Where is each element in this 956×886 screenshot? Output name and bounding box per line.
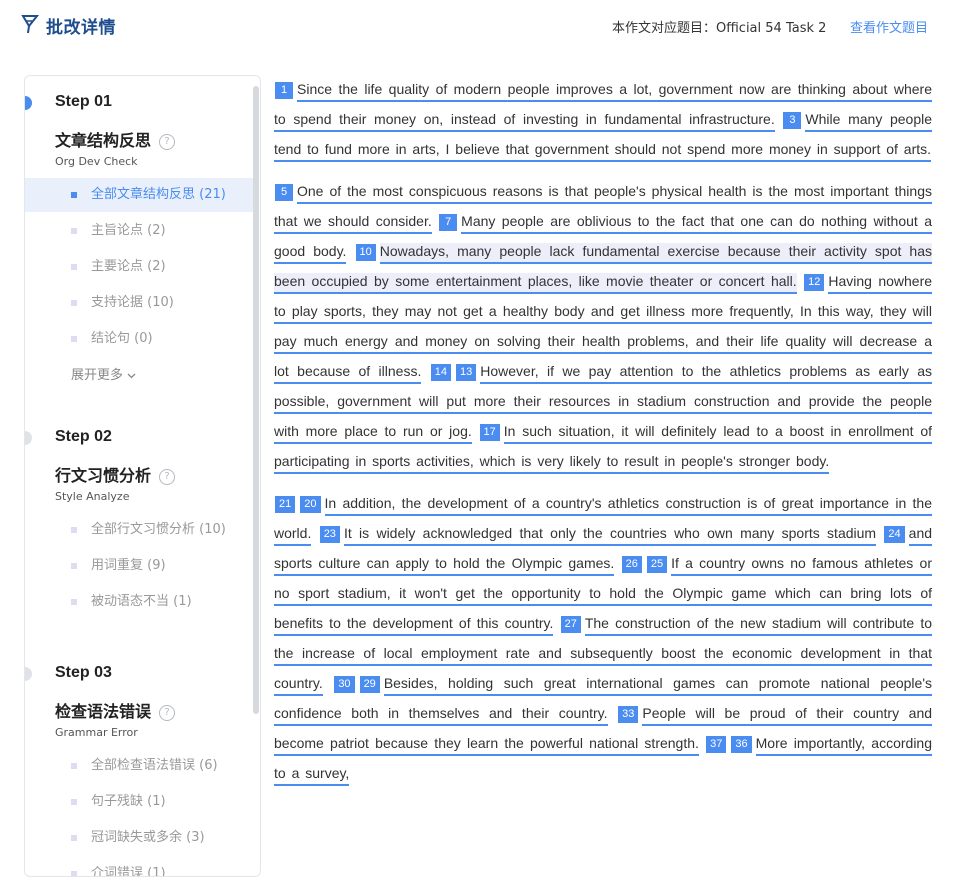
sentence-number-badge[interactable]: 21: [275, 496, 296, 513]
sentence-number-badge[interactable]: 3: [783, 112, 802, 129]
sentence-number-badge[interactable]: 25: [646, 556, 668, 573]
bullet-icon: [71, 835, 77, 841]
step-marker-icon: [25, 96, 32, 110]
help-icon[interactable]: ?: [159, 705, 176, 721]
sentence-number-badge[interactable]: 27: [560, 616, 581, 633]
expand-more-link[interactable]: 展开更多: [71, 364, 136, 383]
sentence-number-badge[interactable]: 30: [334, 676, 355, 693]
nav-item-fragment[interactable]: 句子残缺 (1): [25, 785, 253, 819]
sentence-number-badge[interactable]: 17: [479, 424, 500, 441]
section-title[interactable]: 行文习惯分析?: [55, 462, 176, 486]
sentence-number-badge[interactable]: 29: [359, 676, 380, 693]
essay-content: 1 Since the life quality of modern people…: [274, 74, 933, 800]
section-title[interactable]: 检查语法错误?: [55, 698, 176, 722]
view-topic-link[interactable]: 查看作文题目: [850, 17, 928, 36]
essay-sentence[interactable]: It is widely acknowledged that only the …: [343, 525, 877, 546]
essay-paragraph: 5 One of the most conspicuous reasons is …: [274, 176, 933, 476]
bullet-icon: [71, 599, 77, 605]
nav-item-evidence[interactable]: 支持论据 (10): [25, 286, 253, 320]
nav-item-label: 结论句 (0): [91, 331, 153, 346]
nav-item-label: 主旨论点 (2): [91, 223, 166, 238]
section-title-text: 检查语法错误: [55, 702, 152, 721]
nav-item-all-grammar[interactable]: 全部检查语法错误 (6): [25, 749, 253, 783]
section-subtitle: Grammar Error: [55, 726, 138, 739]
nav-item-label: 全部文章结构反思 (21): [91, 187, 226, 202]
essay-paragraph: 1 Since the life quality of modern people…: [274, 74, 933, 164]
step-label: Step 01: [55, 93, 112, 110]
bullet-icon: [71, 763, 77, 769]
nav-item-all-structure[interactable]: 全部文章结构反思 (21): [25, 178, 253, 212]
essay-paragraph: 21 20 In addition, the development of a co…: [274, 488, 933, 788]
sentence-number-badge[interactable]: 7: [439, 214, 458, 231]
nav-item-label: 支持论据 (10): [91, 295, 174, 310]
nav-item-label: 主要论点 (2): [91, 259, 166, 274]
nav-item-thesis[interactable]: 主旨论点 (2): [25, 214, 253, 248]
bullet-icon: [71, 228, 77, 234]
pen-logo-icon: [21, 15, 40, 34]
sentence-number-badge[interactable]: 5: [275, 184, 293, 201]
section-title[interactable]: 文章结构反思?: [55, 127, 176, 151]
nav-item-passive-voice[interactable]: 被动语态不当 (1): [25, 585, 253, 619]
nav-item-label: 被动语态不当 (1): [91, 594, 192, 609]
nav-item-label: 冠词缺失或多余 (3): [91, 830, 205, 845]
bullet-icon: [71, 336, 77, 342]
nav-item-preposition[interactable]: 介词错误 (1): [25, 857, 253, 877]
nav-item-label: 用词重复 (9): [91, 558, 166, 573]
chevron-down-icon: [127, 373, 136, 379]
bullet-icon: [71, 527, 77, 533]
sentence-number-badge[interactable]: 33: [618, 706, 639, 723]
bullet-icon: [71, 264, 77, 270]
sidebar-scrollbar[interactable]: [253, 86, 259, 714]
sentence-number-badge[interactable]: 36: [731, 736, 752, 753]
section-subtitle: Style Analyze: [55, 490, 130, 503]
step-marker-icon: [25, 667, 32, 681]
sentence-number-badge[interactable]: 20: [300, 496, 321, 513]
bullet-icon: [71, 563, 77, 569]
nav-item-label: 句子残缺 (1): [91, 794, 166, 809]
topic-label: 本作文对应题目：Official 54 Task 2: [612, 21, 827, 36]
sentence-number-badge[interactable]: 37: [706, 736, 727, 753]
nav-item-article[interactable]: 冠词缺失或多余 (3): [25, 821, 253, 855]
help-icon[interactable]: ?: [159, 134, 176, 150]
nav-item-label: 全部检查语法错误 (6): [91, 758, 218, 773]
sentence-number-badge[interactable]: 1: [275, 82, 293, 99]
bullet-icon: [71, 799, 77, 805]
sentence-number-badge[interactable]: 14: [430, 364, 451, 381]
sentence-number-badge[interactable]: 24: [884, 526, 905, 543]
sentence-number-badge[interactable]: 10: [355, 244, 376, 261]
nav-item-conclusion[interactable]: 结论句 (0): [25, 322, 253, 356]
sentence-number-badge[interactable]: 26: [621, 556, 642, 573]
expand-more-label: 展开更多: [71, 368, 124, 383]
page-title: 批改详情: [46, 18, 116, 38]
step-label: Step 03: [55, 664, 112, 681]
section-title-text: 文章结构反思: [55, 131, 152, 150]
nav-item-word-repeat[interactable]: 用词重复 (9): [25, 549, 253, 583]
sentence-number-badge[interactable]: 23: [319, 526, 340, 543]
header-bar: 批改详情 本作文对应题目：Official 54 Task 2 查看作文题目: [0, 0, 956, 52]
step-label: Step 02: [55, 428, 112, 445]
nav-item-main-points[interactable]: 主要论点 (2): [25, 250, 253, 284]
nav-item-label: 全部行文习惯分析 (10): [91, 522, 226, 537]
nav-item-label: 介词错误 (1): [91, 866, 166, 877]
bullet-icon: [71, 192, 77, 198]
sentence-number-badge[interactable]: 12: [804, 274, 825, 291]
step-marker-icon: [25, 431, 32, 445]
section-title-text: 行文习惯分析: [55, 466, 152, 485]
section-subtitle: Org Dev Check: [55, 155, 138, 168]
nav-item-all-style[interactable]: 全部行文习惯分析 (10): [25, 513, 253, 547]
sentence-number-badge[interactable]: 13: [455, 364, 477, 381]
help-icon[interactable]: ?: [159, 469, 176, 485]
sidebar-panel: Step 01 文章结构反思? Org Dev Check 全部文章结构反思 (…: [24, 75, 261, 877]
bullet-icon: [71, 300, 77, 306]
bullet-icon: [71, 871, 77, 876]
